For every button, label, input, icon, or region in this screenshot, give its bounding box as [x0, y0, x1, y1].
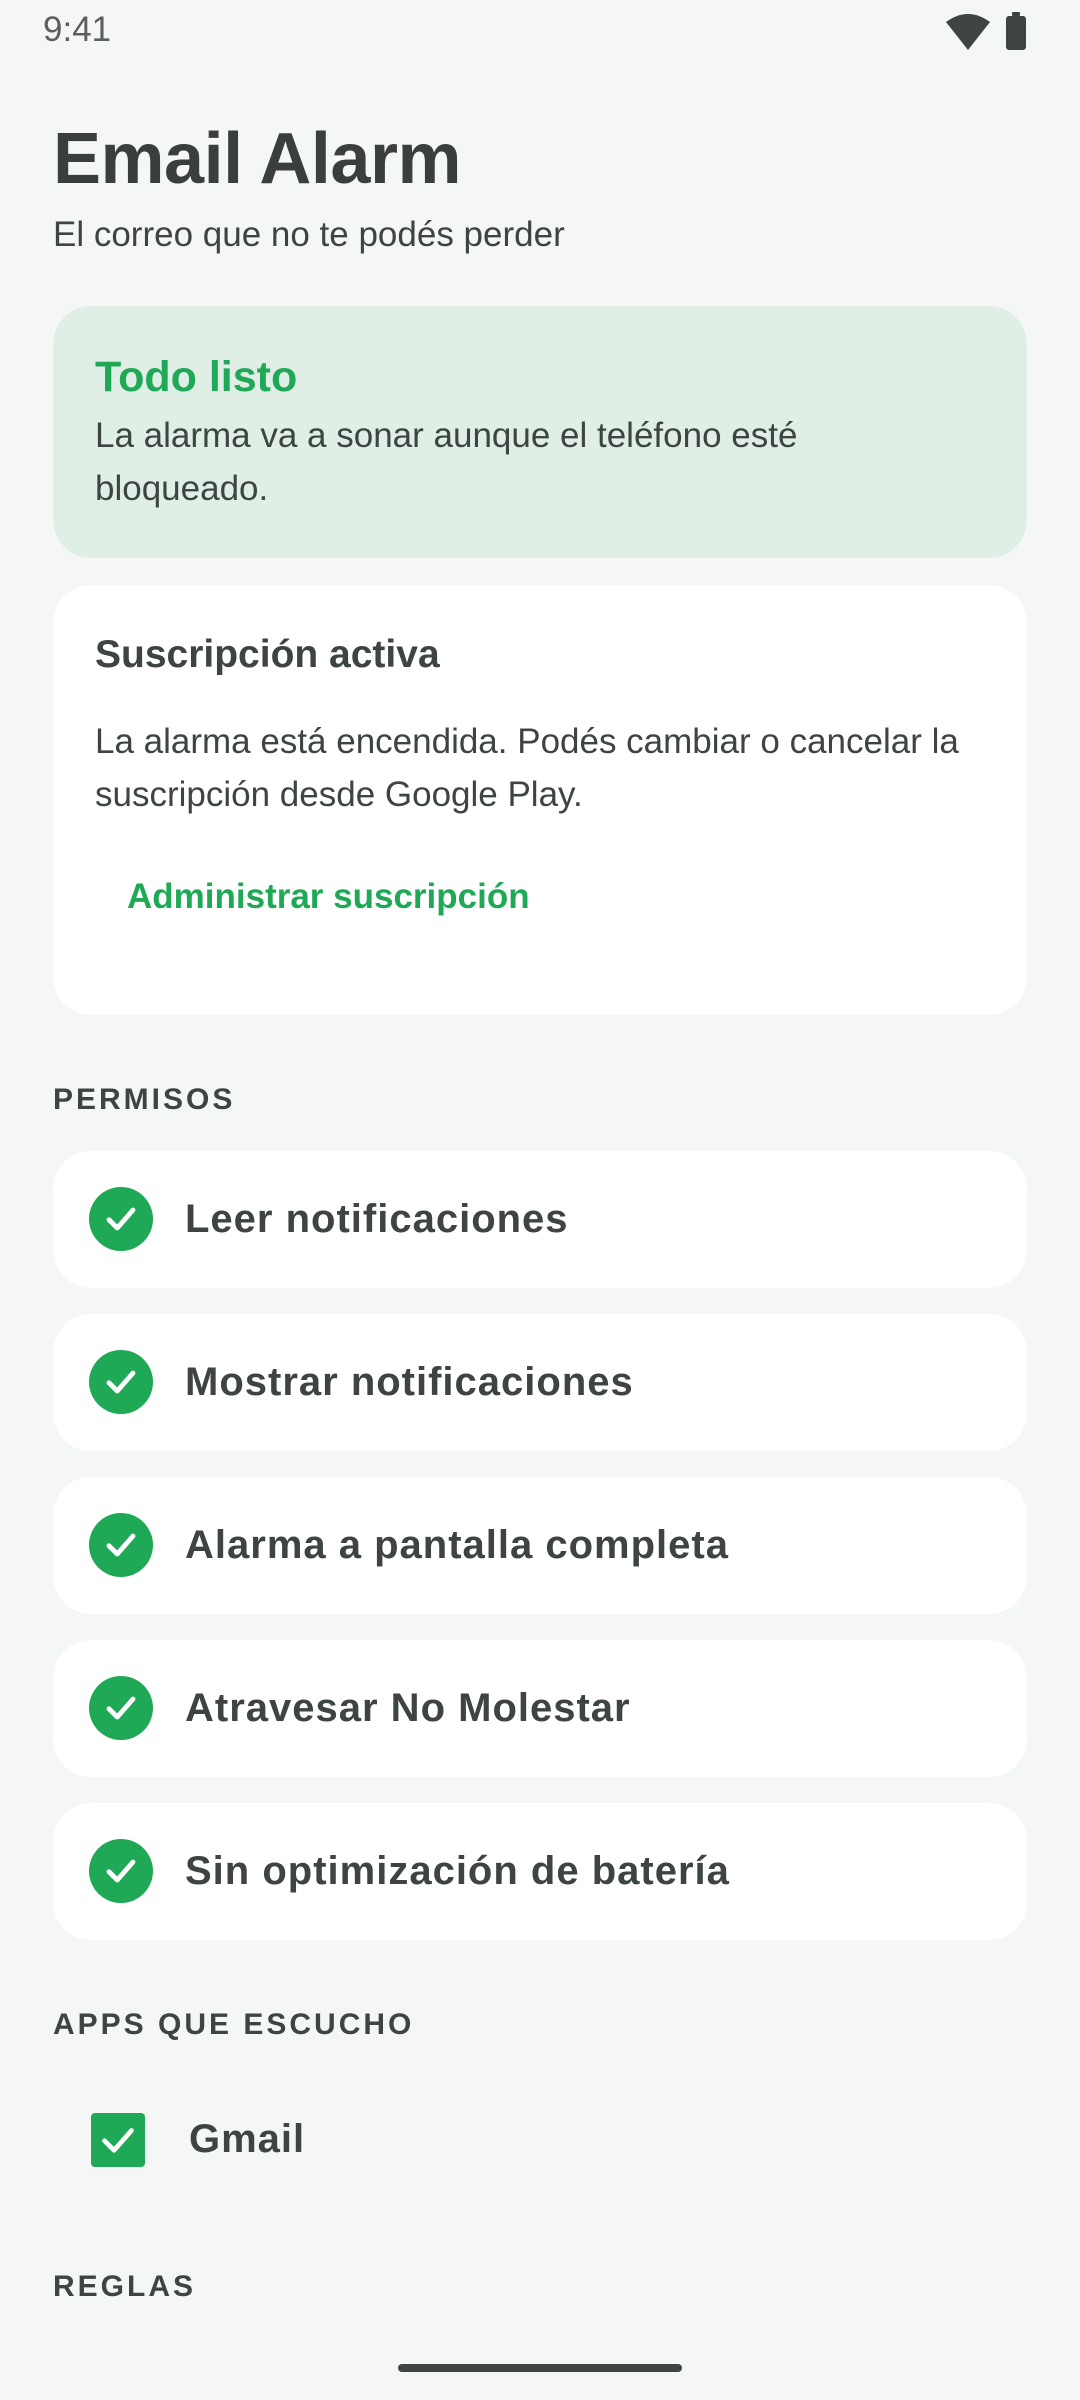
permission-item-battery-optimization[interactable]: Sin optimización de batería: [53, 1803, 1027, 1940]
check-circle-icon: [89, 1839, 153, 1903]
check-circle-icon: [89, 1350, 153, 1414]
subscription-text: La alarma está encendida. Podés cambiar …: [95, 722, 959, 814]
apps-section-label: APPS QUE ESCUCHO: [53, 2008, 415, 2041]
permission-item-show-notifications[interactable]: Mostrar notificaciones: [53, 1314, 1027, 1451]
ready-status-card: Todo listo La alarma va a sonar aunque e…: [53, 306, 1027, 558]
permission-label: Leer notificaciones: [185, 1197, 569, 1241]
permission-item-full-screen-alarm[interactable]: Alarma a pantalla completa: [53, 1477, 1027, 1614]
app-item-gmail[interactable]: Gmail: [53, 2083, 1027, 2195]
permission-label: Atravesar No Molestar: [185, 1686, 631, 1730]
battery-icon: [1006, 12, 1026, 50]
check-circle-icon: [89, 1513, 153, 1577]
subscription-card: Suscripción activa La alarma está encend…: [53, 585, 1027, 1015]
permission-item-read-notifications[interactable]: Leer notificaciones: [53, 1151, 1027, 1288]
checkmark-icon: [102, 2128, 134, 2153]
page-title: Email Alarm: [53, 119, 462, 199]
permission-label: Sin optimización de batería: [185, 1849, 730, 1893]
status-bar: 9:41: [0, 0, 1080, 62]
home-indicator[interactable]: [398, 2364, 682, 2372]
page-subtitle: El correo que no te podés perder: [53, 215, 565, 254]
rules-section-label: REGLAS: [53, 2270, 197, 2303]
check-circle-icon: [89, 1676, 153, 1740]
gmail-checkbox[interactable]: [91, 2113, 145, 2167]
permission-label: Mostrar notificaciones: [185, 1360, 634, 1404]
permissions-section-label: PERMISOS: [53, 1083, 236, 1116]
manage-subscription-button[interactable]: Administrar suscripción: [95, 861, 562, 933]
permission-item-bypass-dnd[interactable]: Atravesar No Molestar: [53, 1640, 1027, 1777]
status-icons: [946, 12, 1040, 52]
ready-status-title: Todo listo: [95, 353, 298, 401]
ready-status-text: La alarma va a sonar aunque el teléfono …: [95, 416, 798, 508]
check-circle-icon: [89, 1187, 153, 1251]
subscription-title: Suscripción activa: [95, 633, 440, 676]
permission-label: Alarma a pantalla completa: [185, 1523, 729, 1567]
status-time: 9:41: [43, 10, 112, 49]
app-label: Gmail: [189, 2117, 306, 2161]
wifi-icon: [946, 14, 990, 50]
